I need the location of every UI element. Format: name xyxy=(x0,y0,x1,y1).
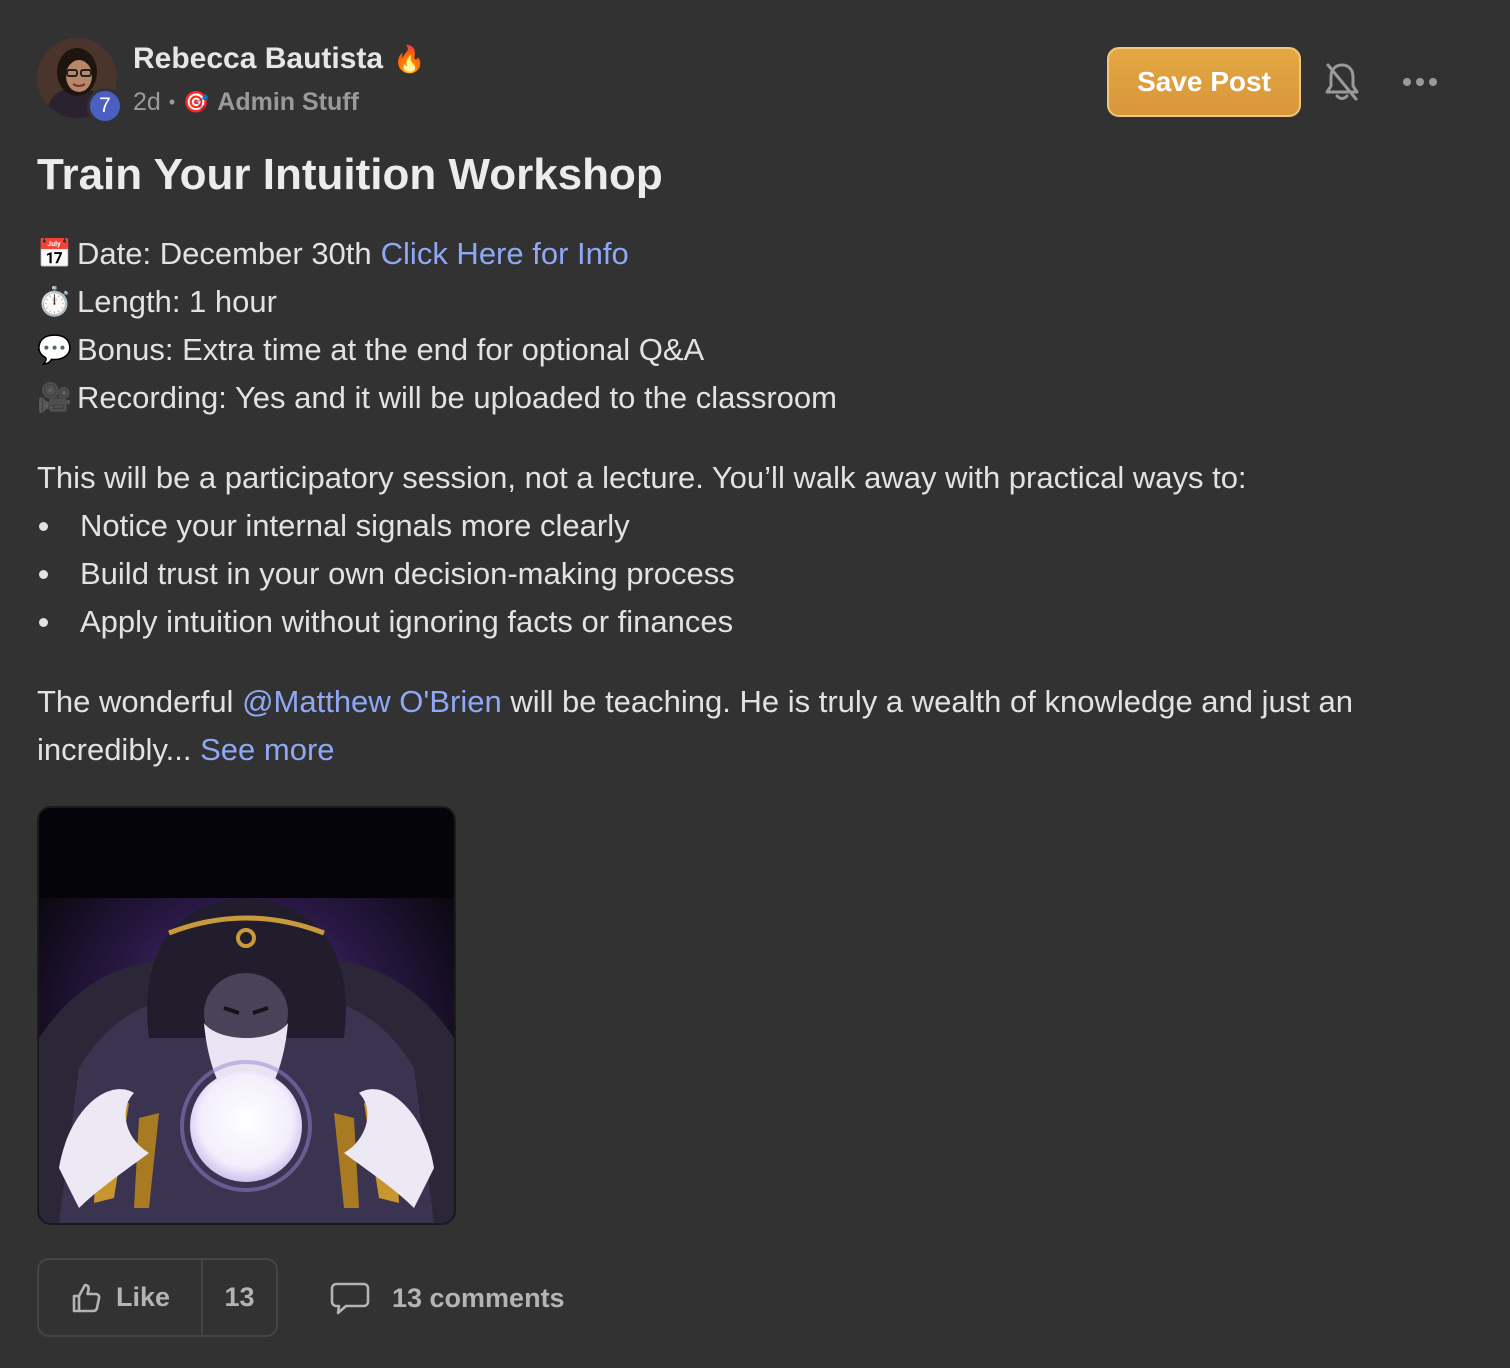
closing-paragraph: The wonderful @Matthew O'Brien will be t… xyxy=(37,678,1457,774)
list-item: Build trust in your own decision-making … xyxy=(37,550,1457,598)
author-name[interactable]: Rebecca Bautista xyxy=(133,42,383,76)
avatar[interactable]: 7 xyxy=(37,38,123,124)
like-label: Like xyxy=(115,1282,171,1312)
dart-icon: 🎯 xyxy=(183,90,210,114)
comments-label: 13 comments xyxy=(392,1282,565,1313)
notification-toggle-button[interactable] xyxy=(1320,60,1364,104)
comment-icon xyxy=(330,1282,370,1315)
speech-bubble-icon: 💬 xyxy=(37,334,72,365)
like-count[interactable]: 13 xyxy=(203,1260,276,1335)
detail-text: Recording: Yes and it will be uploaded t… xyxy=(77,380,837,415)
thumbs-up-icon xyxy=(72,1283,101,1312)
more-horizontal-icon xyxy=(1403,78,1437,86)
detail-text: Date: December 30th xyxy=(77,236,372,271)
bell-off-icon xyxy=(1325,63,1359,101)
detail-text: Bonus: Extra time at the end for optiona… xyxy=(77,332,705,367)
level-badge: 7 xyxy=(87,88,123,124)
detail-text: Length: 1 hour xyxy=(77,284,277,319)
save-post-button[interactable]: Save Post xyxy=(1107,47,1301,117)
post-card: 7 Rebecca Bautista 🔥 2d • 🎯 Admin Stuff … xyxy=(0,0,1510,1368)
detail-recording: 🎥 Recording: Yes and it will be uploaded… xyxy=(37,374,1457,422)
post-image-attachment[interactable] xyxy=(37,806,456,1225)
post-body: 📅 Date: December 30th Click Here for Inf… xyxy=(37,230,1457,774)
meta-separator: • xyxy=(168,92,176,112)
like-control: Like 13 xyxy=(37,1258,278,1337)
post-meta: 2d • 🎯 Admin Stuff xyxy=(133,88,359,117)
detail-length: ⏱️ Length: 1 hour xyxy=(37,278,1457,326)
closing-text-start: The wonderful xyxy=(37,684,243,719)
wizard-illustration xyxy=(39,808,454,1223)
author-line: Rebecca Bautista 🔥 xyxy=(133,42,425,76)
intro-paragraph: This will be a participatory session, no… xyxy=(37,460,1247,495)
more-options-button[interactable] xyxy=(1398,62,1442,102)
bullet-list: Notice your internal signals more clearl… xyxy=(37,502,1457,646)
calendar-icon: 📅 xyxy=(37,238,72,269)
post-time[interactable]: 2d xyxy=(133,88,161,117)
like-button[interactable]: Like xyxy=(39,1260,203,1335)
user-mention-link[interactable]: @Matthew O'Brien xyxy=(242,684,502,719)
detail-bonus: 💬 Bonus: Extra time at the end for optio… xyxy=(37,326,1457,374)
list-item: Apply intuition without ignoring facts o… xyxy=(37,598,1457,646)
movie-camera-icon: 🎥 xyxy=(37,382,72,413)
fire-icon: 🔥 xyxy=(393,44,426,74)
post-title[interactable]: Train Your Intuition Workshop xyxy=(37,150,663,200)
category-link[interactable]: Admin Stuff xyxy=(217,88,359,117)
detail-date: 📅 Date: December 30th Click Here for Inf… xyxy=(37,230,1457,278)
see-more-link[interactable]: See more xyxy=(200,732,334,767)
info-link[interactable]: Click Here for Info xyxy=(381,230,629,278)
comments-button[interactable]: 13 comments xyxy=(330,1276,565,1320)
list-item: Notice your internal signals more clearl… xyxy=(37,502,1457,550)
stopwatch-icon: ⏱️ xyxy=(37,286,72,317)
